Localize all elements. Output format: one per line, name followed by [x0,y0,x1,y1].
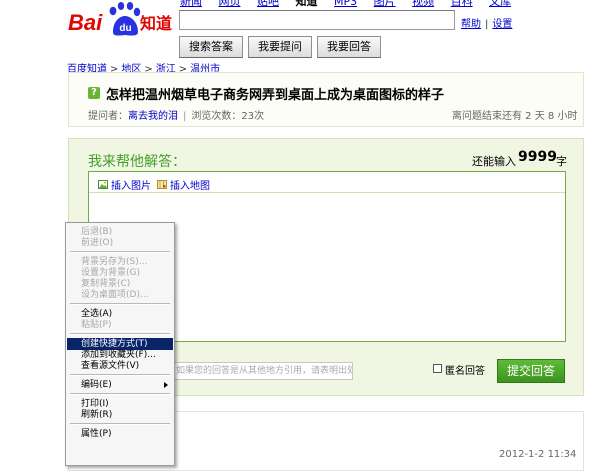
menu-separator [70,374,170,376]
nav-wenku[interactable]: 文库 [489,0,511,8]
page-right-edge [591,0,600,466]
context-menu-item: 前进(O) [81,238,114,248]
remaining-label: 还能输入 [472,155,516,168]
link-separator: | [485,19,489,30]
reference-input[interactable]: 如果您的回答是从其他地方引用，请表明出处 [173,362,353,380]
logo-du: du [119,23,131,34]
views-count: 23次 [241,111,265,122]
submenu-arrow-icon [164,382,168,388]
ask-question-button[interactable]: 我要提问 [248,36,312,58]
views-label: 浏览次数： [191,111,242,122]
submit-answer-button[interactable]: 提交回答 [497,359,565,383]
map-icon [157,180,167,189]
insert-map-label: 插入地图 [170,181,210,192]
menu-separator [70,251,170,253]
question-meta: 提问者：离去我的泪 | 浏览次数：23次 [88,107,264,122]
menu-separator [70,393,170,395]
picture-icon [98,180,108,189]
nav-web[interactable]: 网页 [219,0,241,8]
menu-separator [70,333,170,335]
meta-separator: | [183,111,187,122]
asker-name[interactable]: 离去我的泪 [128,111,178,122]
remaining-unit: 字 [556,155,567,168]
insert-map-button[interactable]: 插入地图 [157,177,210,192]
question-end-notice: 离问题结束还有 2 天 8 小时 [452,111,578,122]
nav-images[interactable]: 图片 [374,0,396,8]
anonymous-label: 匿名回答 [445,366,485,377]
logo-zhidao: 知道 [140,14,172,33]
nav-news[interactable]: 新闻 [180,0,202,8]
anonymous-checkbox[interactable] [433,364,442,373]
context-menu-item: 粘贴(P) [81,320,112,330]
search-answer-button[interactable]: 搜索答案 [179,36,243,58]
context-menu-item[interactable]: 属性(P) [67,428,173,440]
nav-baike[interactable]: 百科 [451,0,473,8]
nav-zhidao[interactable]: 知道 [296,0,318,8]
top-nav: 新闻 网页 贴吧 知道 MP3 图片 视频 百科 文库 [180,0,524,8]
context-menu-item[interactable]: 编码(E) [67,379,173,391]
context-menu-item[interactable]: 查看源文件(V) [67,360,173,372]
nav-mp3[interactable]: MP3 [334,0,357,8]
help-links: 帮助 | 设置 [461,15,512,30]
asker-label: 提问者： [88,111,128,122]
remaining-count: 9999 [518,149,557,165]
menu-separator [70,423,170,425]
logo-bai: Bai [68,10,103,35]
insert-image-button[interactable]: 插入图片 [98,177,151,192]
insert-image-label: 插入图片 [111,181,151,192]
settings-link[interactable]: 设置 [492,19,512,30]
context-menu: 后退(B) 前进(O) 背景另存为(S)... 设置为背景(G) 复制背景(C) 设为桌面… [65,222,175,466]
nav-tieba[interactable]: 贴吧 [257,0,279,8]
paw-logo-icon: Bai du 知道 [68,2,172,36]
answer-question-button[interactable]: 我要回答 [317,36,381,58]
context-menu-item: 设为桌面项(D)... [81,290,149,300]
menu-separator [70,303,170,305]
question-title: 怎样把温州烟草电子商务网弄到桌面上成为桌面图标的样子 [106,88,445,103]
help-link[interactable]: 帮助 [461,19,481,30]
answer-title: 我来帮他解答： [88,154,186,170]
context-menu-item[interactable]: 刷新(R) [67,409,173,421]
answer-date: 2012-1-2 11:34 [499,449,577,460]
search-input[interactable] [179,10,455,30]
question-mark-icon: ? [88,87,100,99]
baidu-zhidao-logo[interactable]: Bai du 知道 [68,0,172,38]
nav-video[interactable]: 视频 [412,0,434,8]
